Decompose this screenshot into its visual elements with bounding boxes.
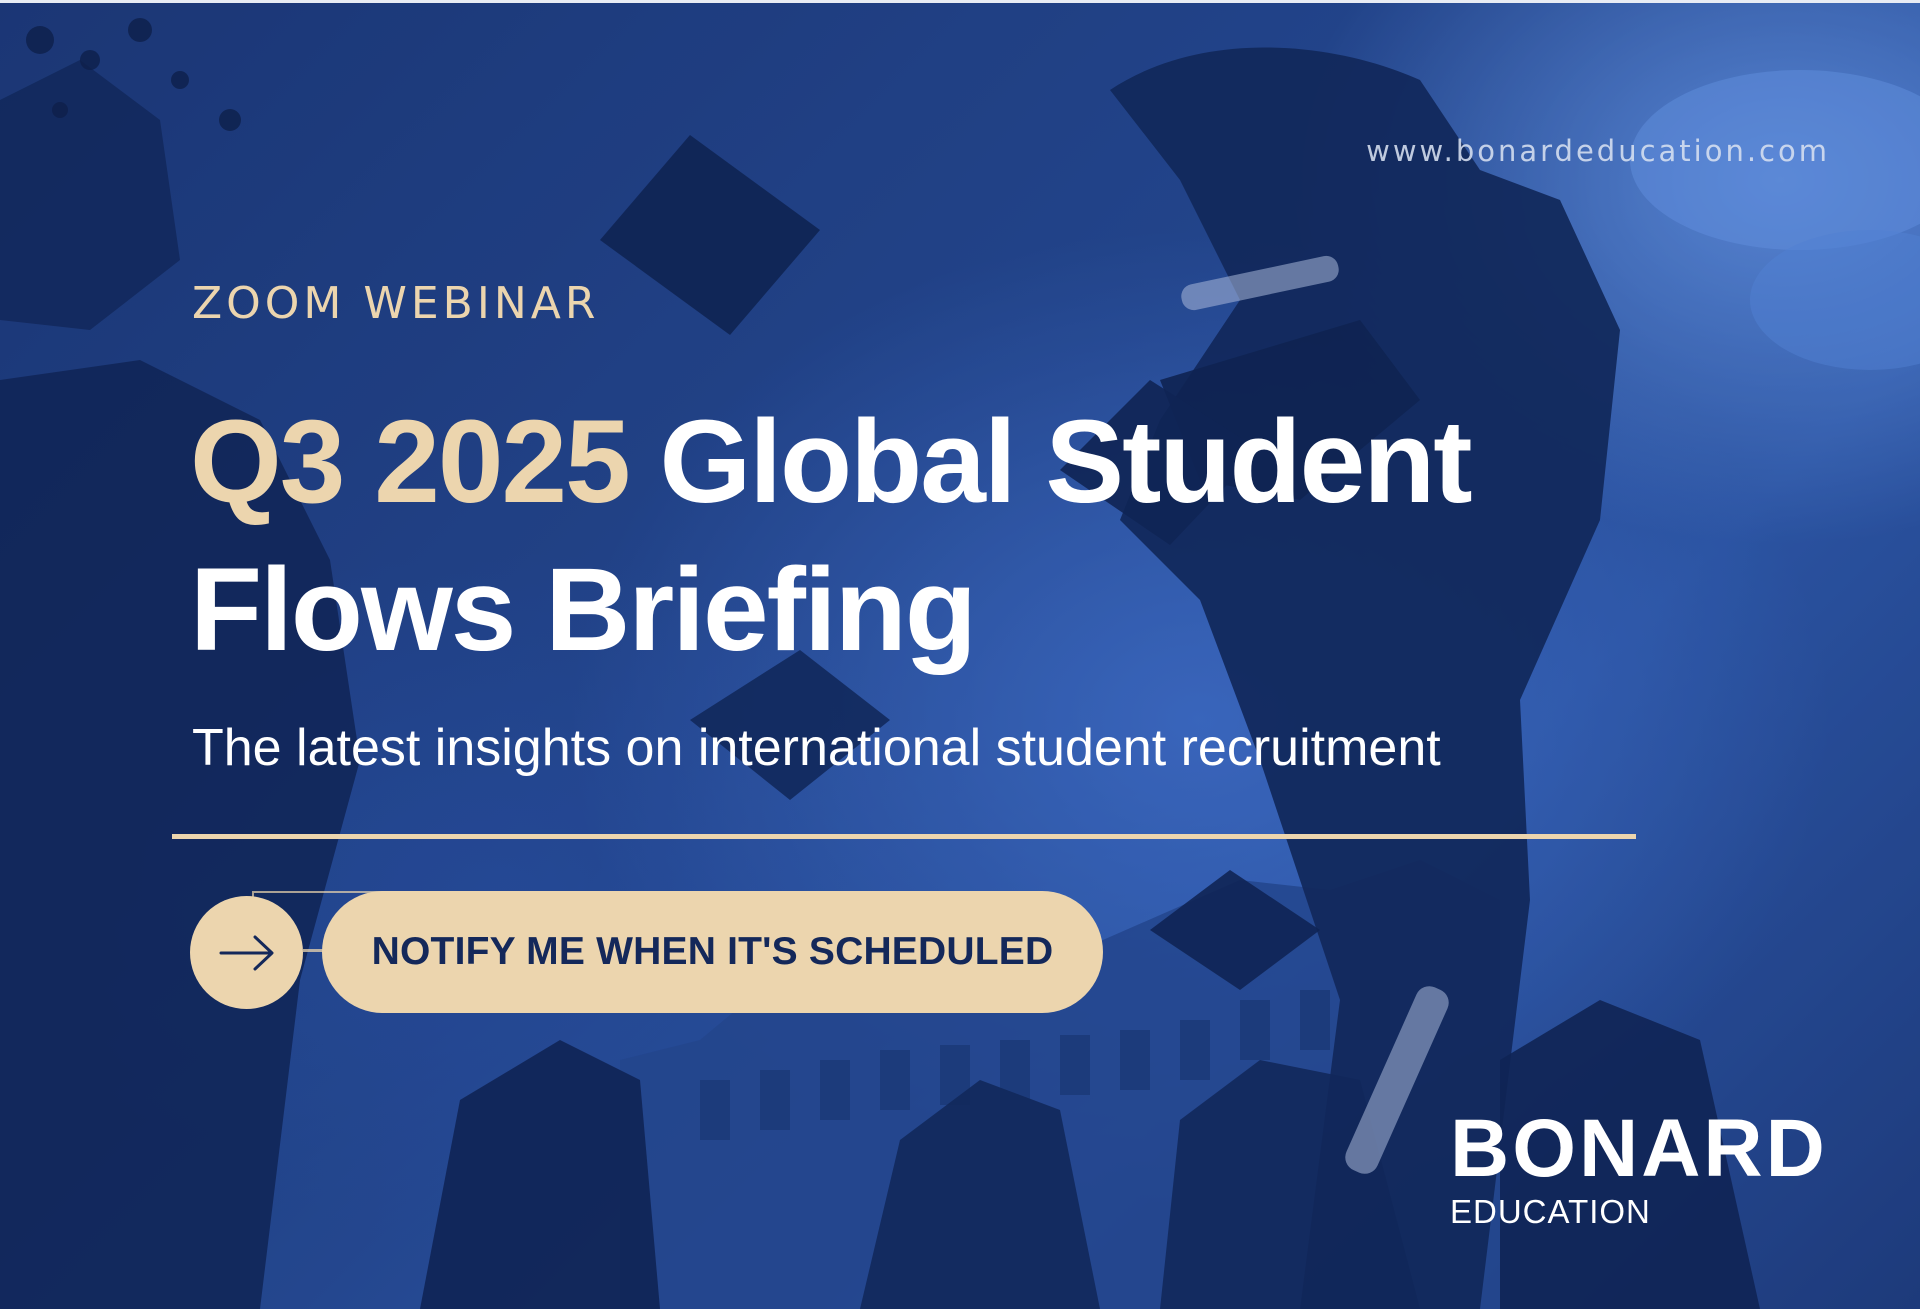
top-border bbox=[0, 0, 1920, 3]
cta-connector-stub bbox=[303, 949, 323, 952]
website-url[interactable]: www.bonardeducation.com bbox=[1366, 134, 1830, 168]
title-accent: Q3 2025 bbox=[190, 396, 631, 528]
page-title: Q3 2025 Global Student Flows Briefing bbox=[190, 388, 1690, 684]
subtitle: The latest insights on international stu… bbox=[192, 719, 1441, 777]
divider-line bbox=[172, 834, 1636, 839]
notify-me-button[interactable]: NOTIFY ME WHEN IT'S SCHEDULED bbox=[322, 891, 1103, 1013]
webinar-banner: www.bonardeducation.com ZOOM WEBINAR Q3 … bbox=[0, 0, 1920, 1309]
cta-arrow-button[interactable] bbox=[190, 896, 303, 1009]
logo-wordmark: BONARD bbox=[1450, 1103, 1828, 1194]
event-type-label: ZOOM WEBINAR bbox=[192, 278, 600, 329]
bonard-education-logo: BONARD EDUCATION bbox=[1450, 1108, 1828, 1232]
arrow-right-icon bbox=[219, 935, 273, 970]
logo-subline: EDUCATION bbox=[1450, 1193, 1651, 1230]
notify-cta[interactable]: NOTIFY ME WHEN IT'S SCHEDULED bbox=[190, 891, 1103, 1013]
